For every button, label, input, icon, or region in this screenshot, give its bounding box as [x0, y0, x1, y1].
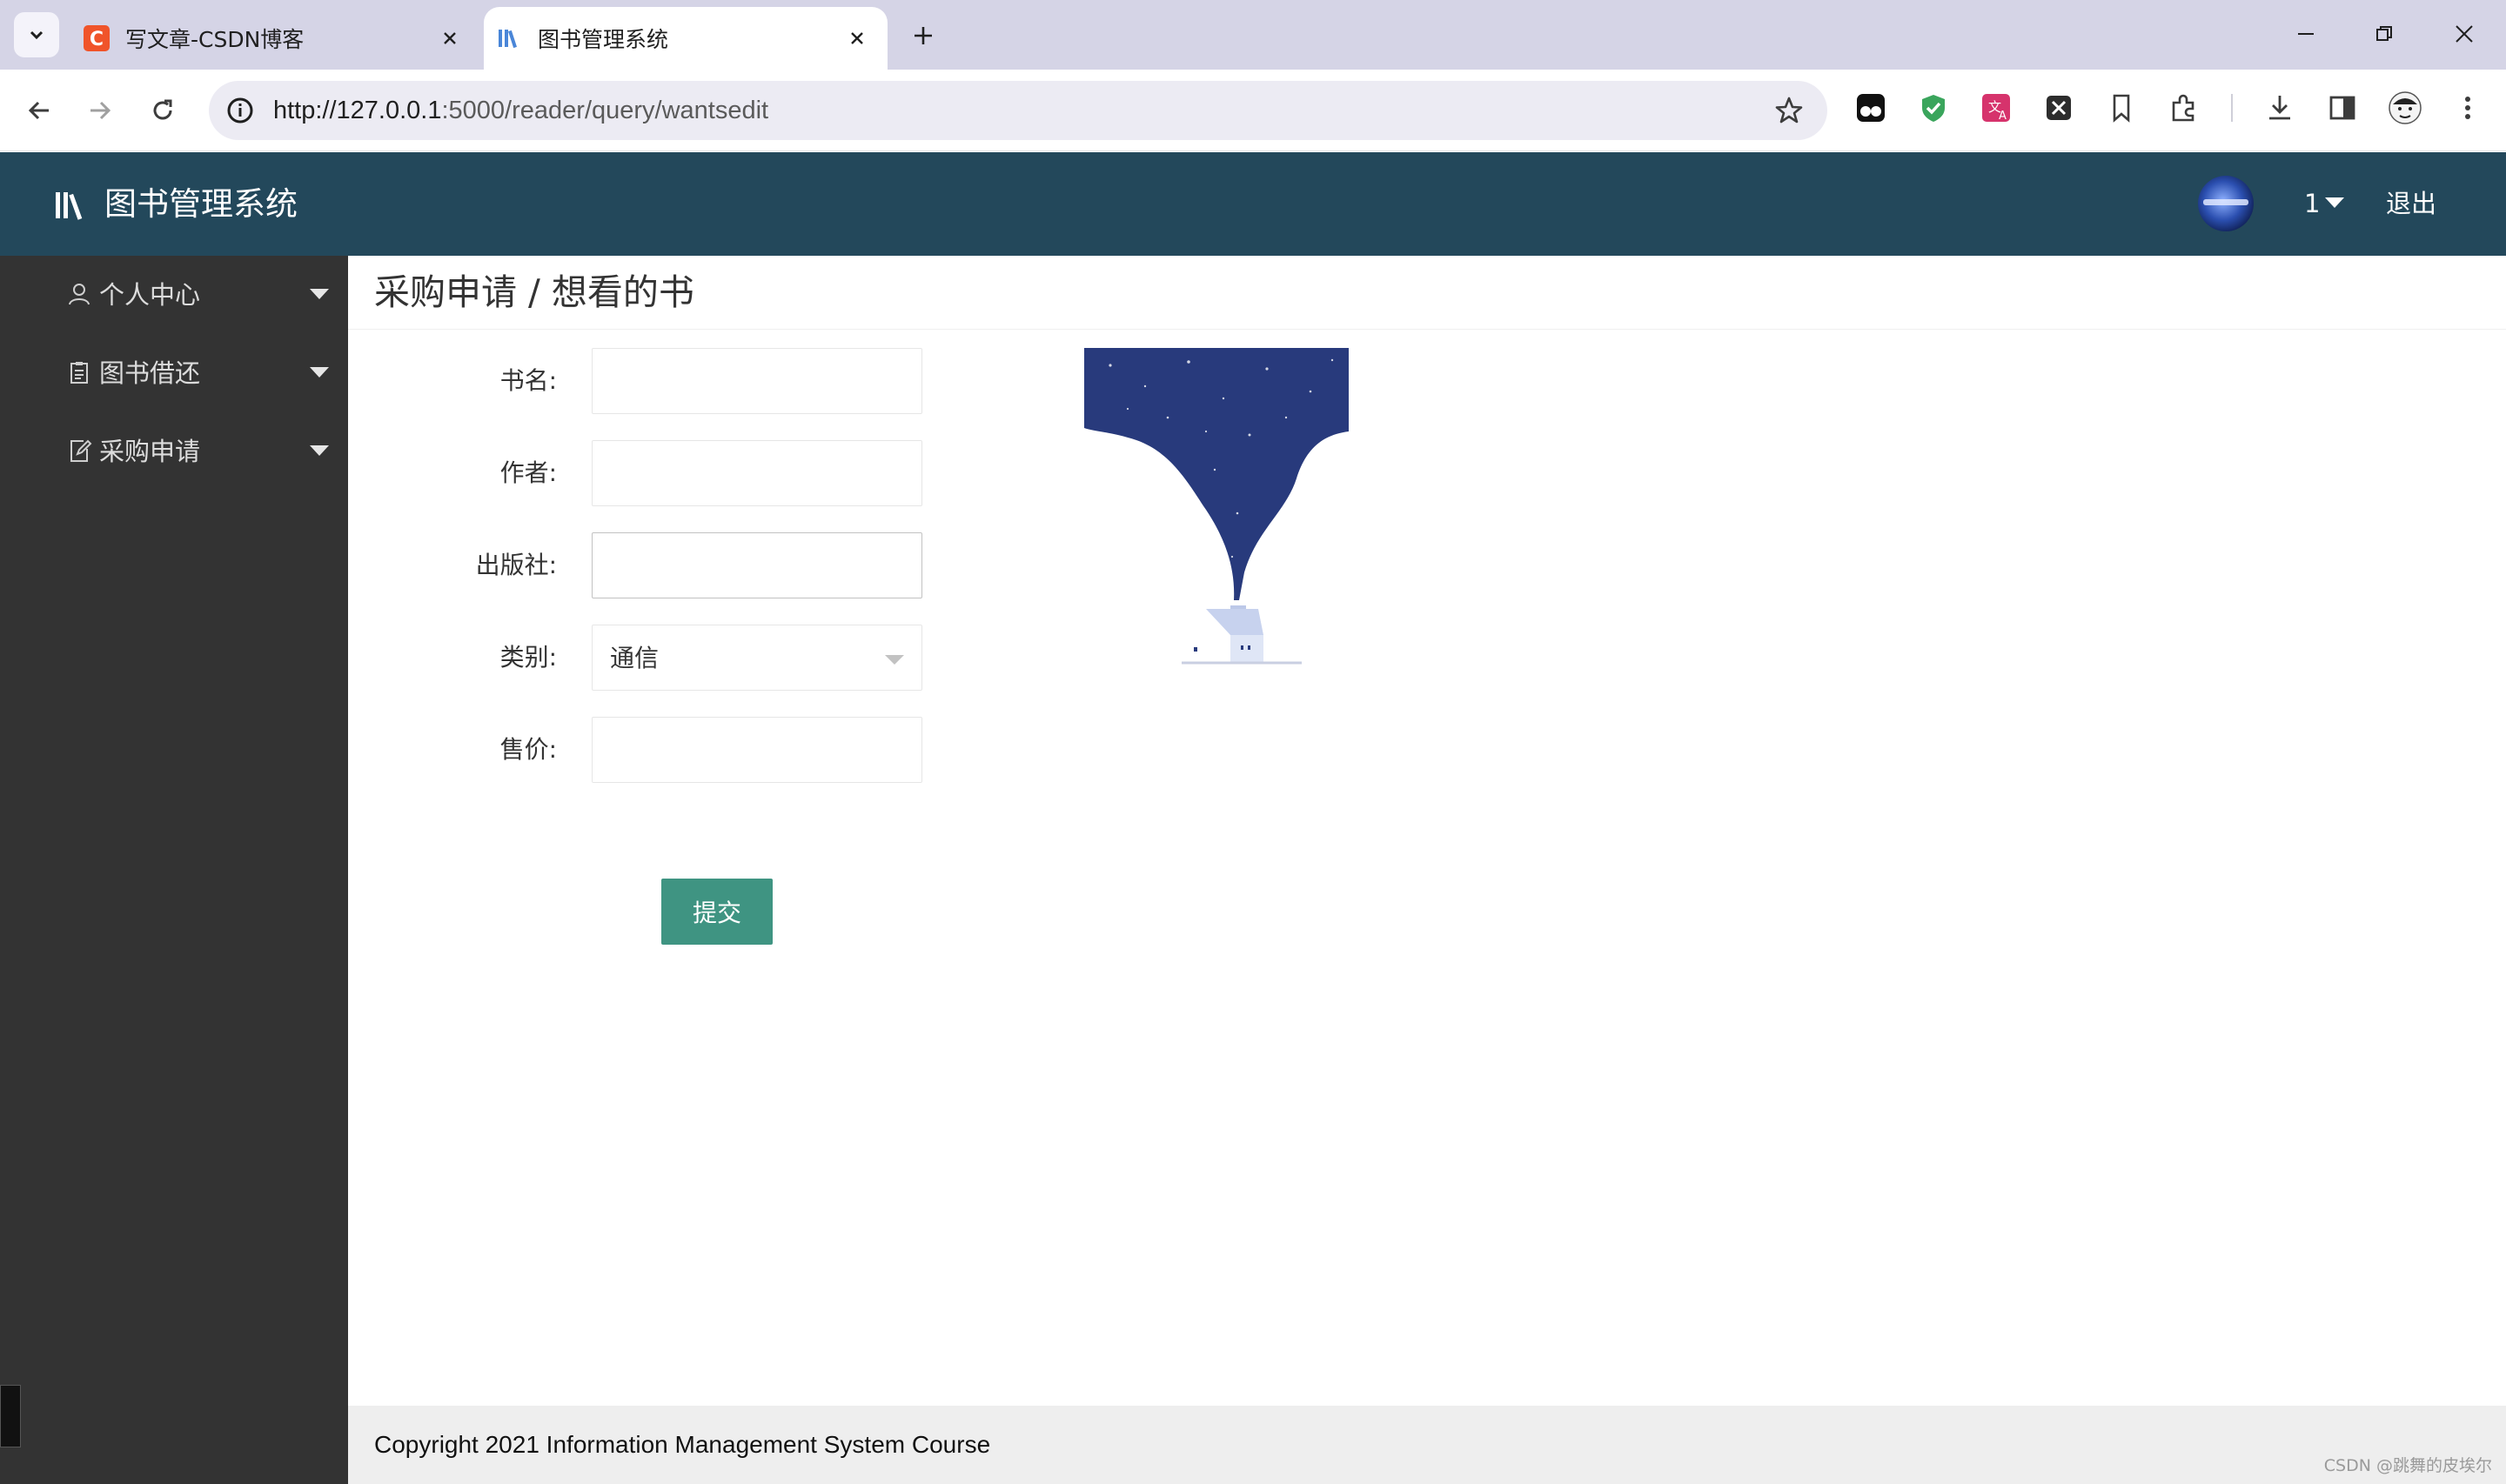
copyright-text: Copyright 2021 Information Management Sy…	[374, 1431, 991, 1458]
caret-down-icon	[885, 655, 904, 665]
app-title: 图书管理系统	[104, 185, 298, 223]
site-info-icon[interactable]	[224, 95, 256, 126]
tab-title: 图书管理系统	[538, 27, 669, 52]
books-favicon-icon	[496, 25, 522, 51]
restore-button[interactable]	[2358, 12, 2410, 56]
tab-title: 写文章-CSDN博客	[125, 27, 305, 52]
caret-down-icon	[310, 367, 329, 378]
sidebar-item-borrow-return[interactable]: 图书借还	[0, 334, 348, 412]
watermark-text: CSDN @跳舞的皮埃尔	[2323, 1456, 2492, 1475]
sidebar-item-label: 个人中心	[99, 280, 201, 310]
shield-check-icon[interactable]	[1916, 90, 1951, 125]
sidebar-item-label: 图书借还	[99, 358, 201, 388]
url-text[interactable]: http://127.0.0.1:5000/reader/query/wants…	[273, 81, 768, 140]
x-extension-icon[interactable]	[2041, 90, 2076, 125]
sidebar-item-personal-center[interactable]: 个人中心	[0, 256, 348, 334]
book-name-label: 书名:	[499, 366, 557, 395]
sidebar-item-purchase-request[interactable]: 采购申请	[0, 412, 348, 491]
user-icon	[69, 284, 90, 305]
clipboard-icon	[70, 362, 88, 384]
back-button[interactable]	[17, 89, 61, 132]
svg-text:C: C	[90, 29, 104, 50]
app-header: 图书管理系统 1 退出	[0, 152, 2506, 256]
forward-button[interactable]	[78, 89, 122, 132]
plus-icon	[915, 27, 932, 44]
tab-library[interactable]: 图书管理系统	[484, 7, 888, 70]
sidepanel-icon[interactable]	[2325, 90, 2360, 125]
price-input[interactable]	[592, 717, 922, 783]
minimize-icon	[2298, 33, 2314, 35]
price-label: 售价:	[499, 735, 557, 764]
caret-down-icon[interactable]	[2325, 197, 2344, 208]
toolbar-divider	[2231, 94, 2233, 122]
reload-icon	[153, 99, 172, 120]
tab-csdn[interactable]: C 写文章-CSDN博客	[71, 7, 480, 70]
publisher-input[interactable]	[592, 532, 922, 598]
avatar[interactable]	[2198, 176, 2254, 231]
publisher-label: 出版社:	[475, 551, 557, 579]
title-divider	[348, 329, 2506, 330]
library-books-icon	[56, 192, 83, 220]
url-path: :5000/reader/query/wantsedit	[441, 97, 769, 124]
puzzle-icon[interactable]	[2167, 90, 2201, 125]
submit-button[interactable]: 提交	[661, 879, 773, 945]
translate-icon[interactable]: 文A	[1979, 90, 2014, 125]
starry-house-illustration	[1084, 348, 1349, 665]
arrow-right-icon	[90, 101, 111, 120]
svg-text:A: A	[1999, 110, 2007, 123]
arrow-left-icon	[28, 101, 49, 120]
edit-icon	[70, 439, 92, 462]
logout-link[interactable]: 退出	[2386, 152, 2436, 256]
sidebar: 个人中心 图书借还 采购申请	[0, 256, 348, 1484]
bookmark-star-icon[interactable]	[1773, 95, 1805, 126]
author-input[interactable]	[592, 440, 922, 506]
page-title: 采购申请 / 想看的书	[374, 271, 694, 313]
close-tab-icon[interactable]	[435, 23, 465, 53]
profile-icon[interactable]	[2388, 90, 2422, 125]
close-icon	[2456, 25, 2473, 43]
sidebar-item-label: 采购申请	[99, 437, 201, 466]
book-name-input[interactable]	[592, 348, 922, 414]
browser-tabstrip: C 写文章-CSDN博客 图书管理系统	[0, 0, 2506, 70]
caret-down-icon	[310, 289, 329, 299]
category-selected-value: 通信	[610, 644, 660, 672]
footer: Copyright 2021 Information Management Sy…	[348, 1406, 2506, 1484]
minimize-button[interactable]	[2280, 12, 2332, 56]
close-window-button[interactable]	[2438, 12, 2490, 56]
user-name[interactable]: 1	[2304, 152, 2320, 256]
caret-down-icon	[310, 445, 329, 456]
category-label: 类别:	[499, 643, 557, 672]
close-tab-icon[interactable]	[842, 23, 872, 53]
new-tab-button[interactable]	[905, 17, 941, 54]
address-bar[interactable]: http://127.0.0.1:5000/reader/query/wants…	[209, 81, 1827, 140]
sidebar-collapse-handle[interactable]	[0, 1385, 21, 1447]
url-host: http://127.0.0.1	[273, 97, 442, 124]
tab-search-button[interactable]	[14, 12, 59, 57]
restore-icon	[2376, 26, 2392, 41]
tampermonkey-icon[interactable]	[1853, 90, 1888, 125]
author-label: 作者:	[499, 458, 557, 487]
category-select[interactable]: 通信	[592, 625, 922, 691]
kebab-menu-icon[interactable]	[2450, 90, 2485, 125]
csdn-favicon-icon: C	[84, 25, 110, 51]
download-icon[interactable]	[2262, 90, 2297, 125]
main-content: 采购申请 / 想看的书 书名: 作者: 出版社: 类别: 通信 售价: 提交 C…	[348, 256, 2506, 1484]
reload-button[interactable]	[141, 89, 184, 132]
bookmark-icon[interactable]	[2104, 90, 2139, 125]
chevron-down-icon	[30, 30, 44, 40]
